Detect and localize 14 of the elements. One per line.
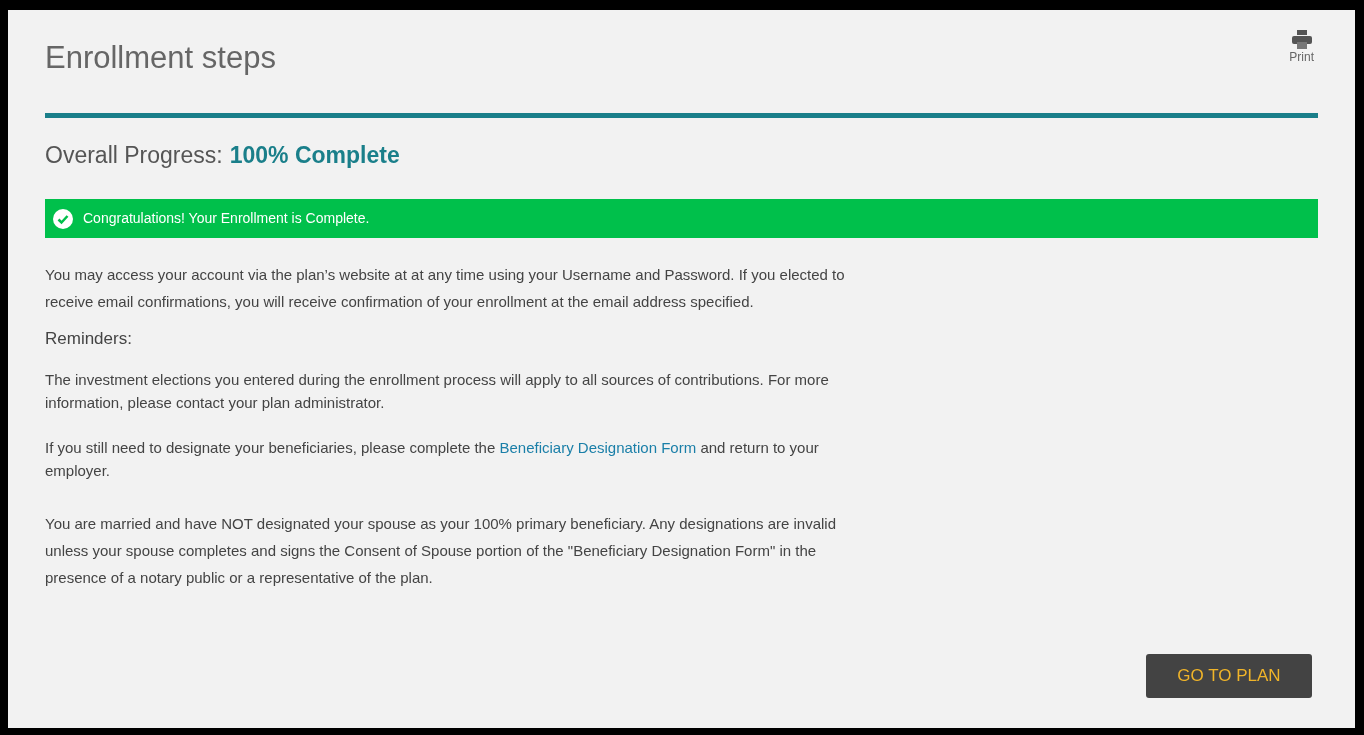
print-button[interactable]: Print	[1289, 30, 1314, 65]
success-message: Congratulations! Your Enrollment is Complete.	[83, 209, 370, 228]
printer-icon	[1291, 30, 1312, 49]
progress-label: Overall Progress:	[45, 141, 223, 170]
go-to-plan-button[interactable]: GO TO PLAN	[1146, 654, 1312, 698]
form-link[interactable]: Beneficiary Designation Form	[499, 439, 697, 456]
check-circle-icon	[53, 208, 73, 229]
page-title: Enrollment steps	[45, 39, 276, 77]
intro-paragraph: You may access your account via the plan’s website at at any time using your Username and Password. If you elected to receive email confirmations, you will receive confirmation of your enrollment at the email address specified.	[45, 265, 846, 312]
reminder-paragraph: If you still need to designate your beneficiaries, please complete the Beneficiary Designation Form and return to your employer.	[45, 438, 820, 481]
reminders-heading: Reminders:	[45, 328, 133, 350]
reminder-paragraph: You are married and have NOT designated your spouse as your 100% primary beneficiary. Any designations are invalid unless your spouse completes and signs the Consent of Spouse portion of the "Beneficiary Designation Form" in the presence of a notary public or a representative of the plan.	[45, 514, 837, 588]
progress-value: 100% Complete	[229, 141, 400, 170]
reminder-paragraph: The investment elections you entered during the enrollment process will apply to all sources of contributions. For more information, please contact your plan administrator.	[45, 370, 830, 413]
